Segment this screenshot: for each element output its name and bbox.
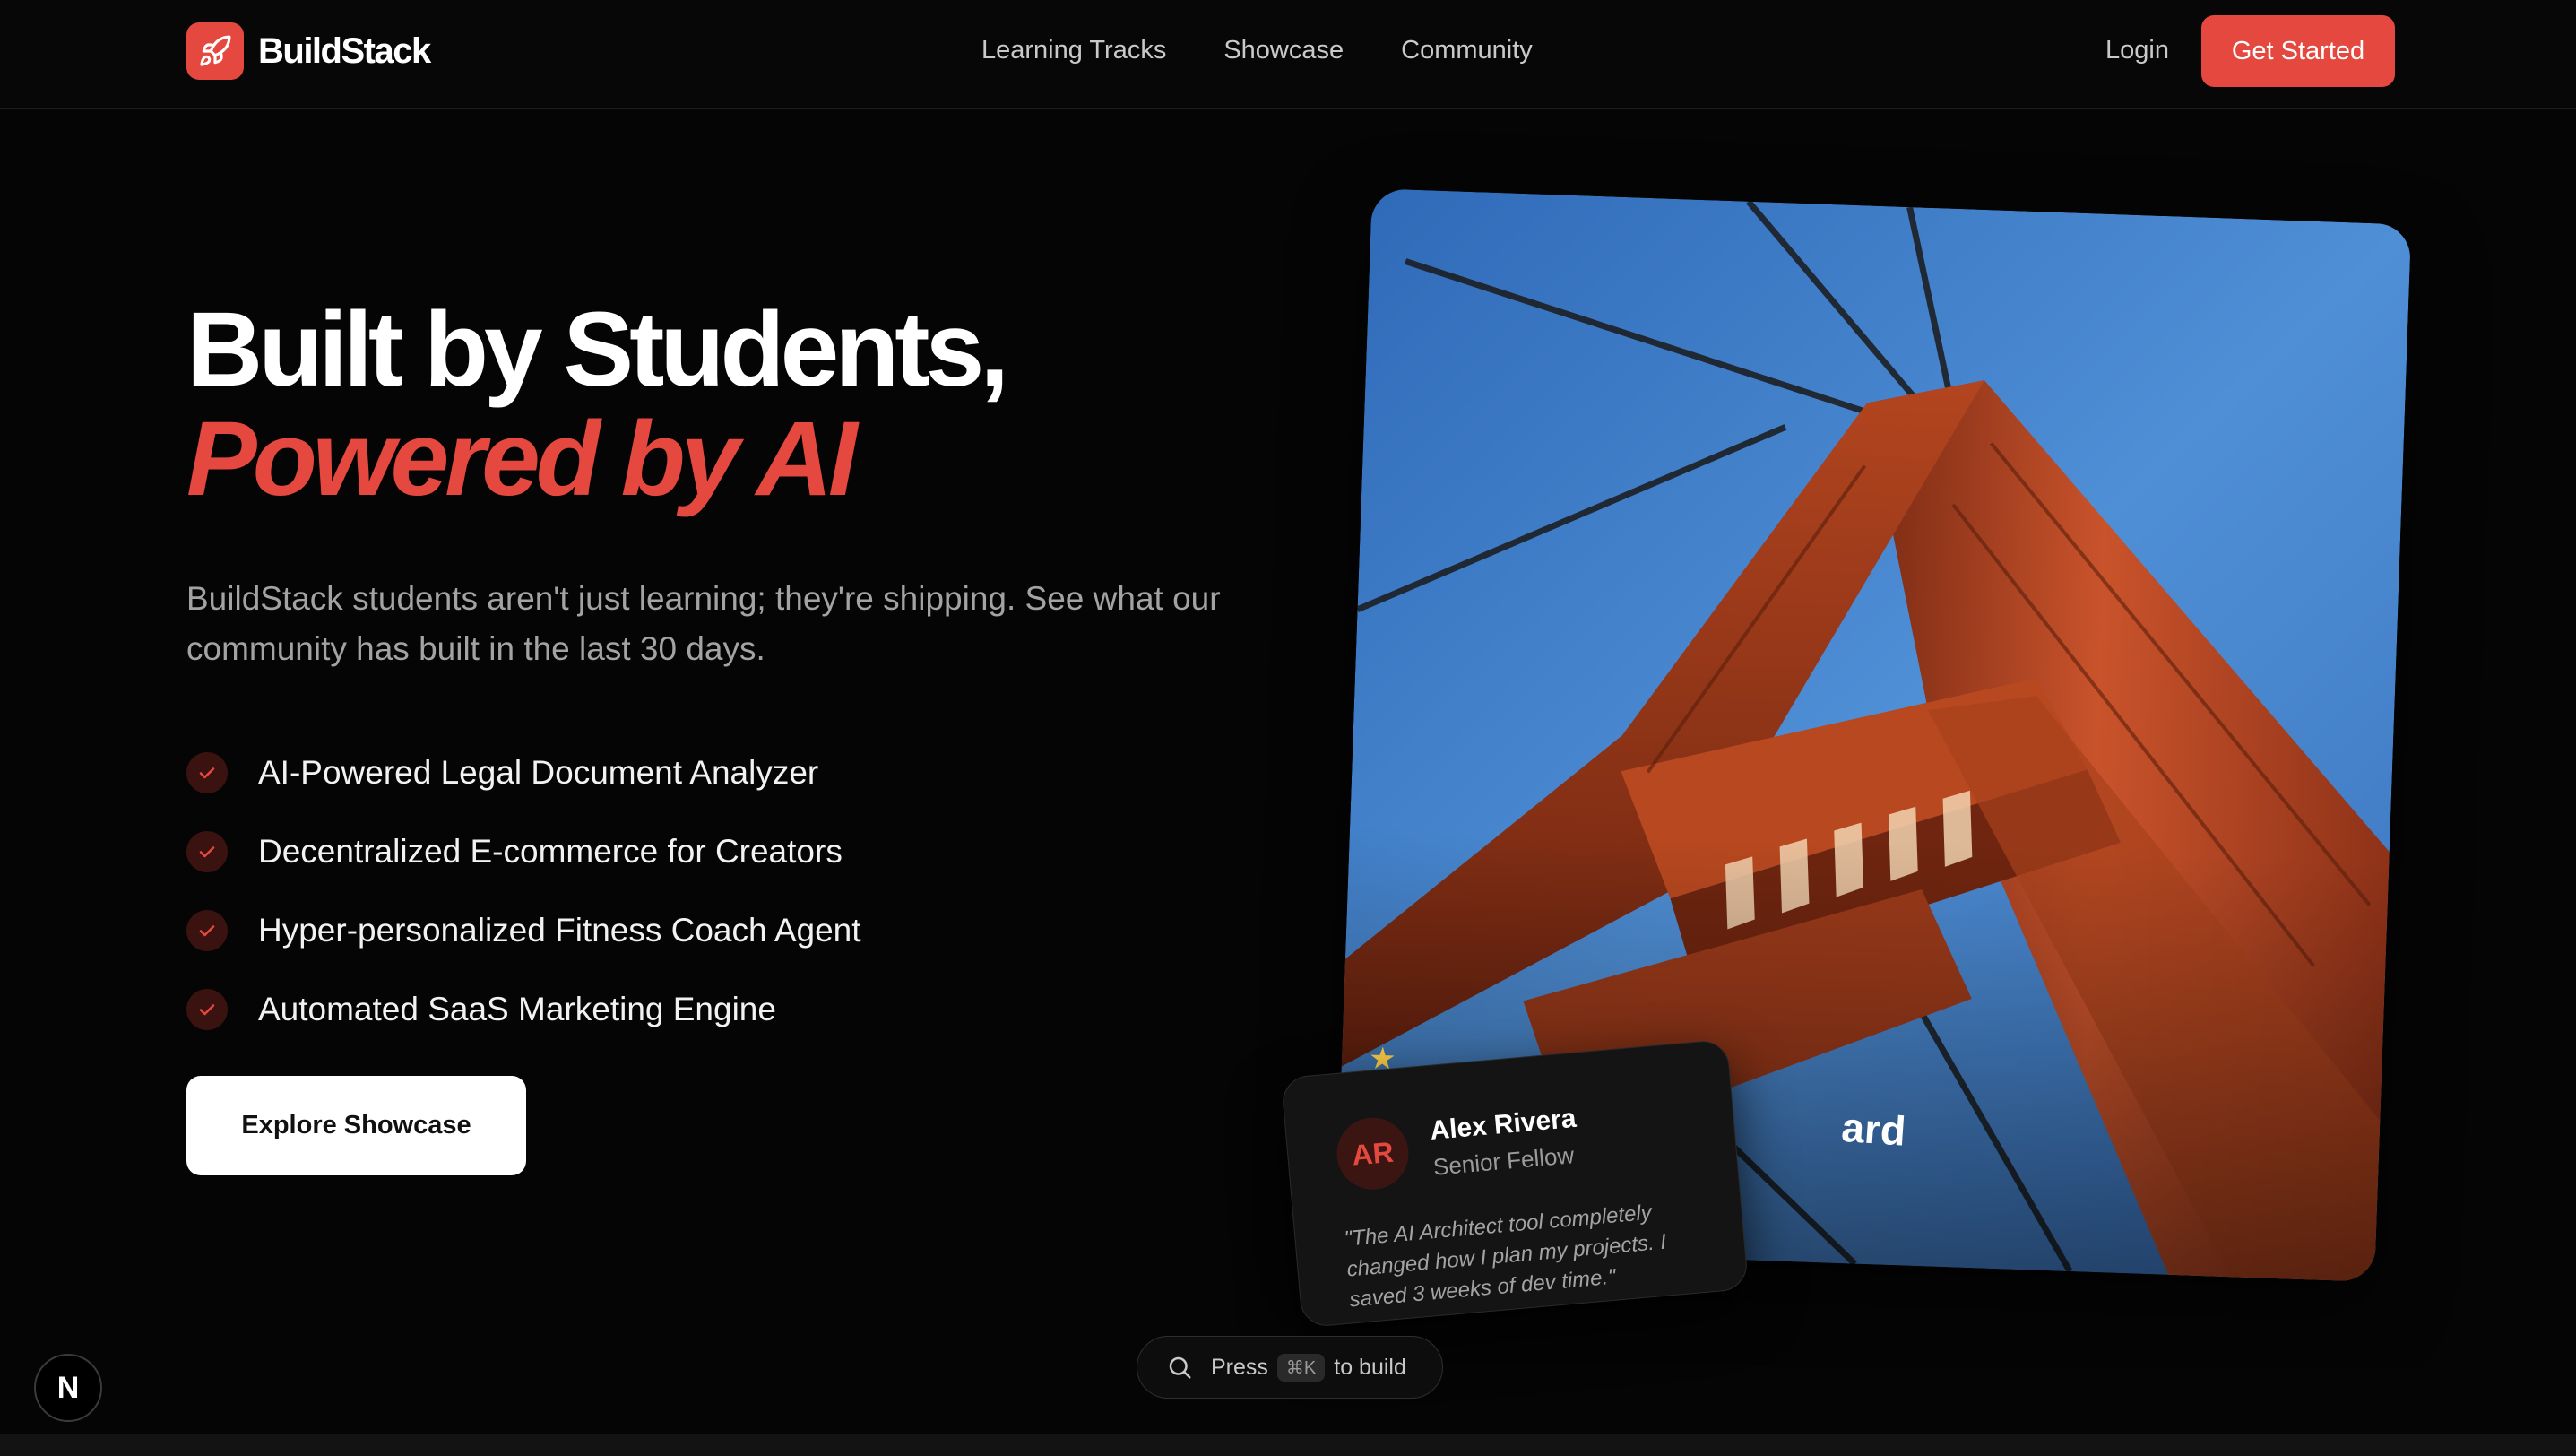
- showcase-card-title: ard: [1839, 1103, 1907, 1155]
- hero-headline-accent: Powered by AI: [186, 400, 858, 518]
- nav-links: Learning Tracks Showcase Community: [981, 36, 1533, 65]
- feature-text: Decentralized E-commerce for Creators: [258, 833, 843, 870]
- command-bar-suffix: to build: [1334, 1354, 1406, 1380]
- check-icon: [186, 989, 228, 1030]
- testimonial-role: Senior Fellow: [1431, 1141, 1576, 1181]
- feature-item: Decentralized E-commerce for Creators: [186, 812, 861, 891]
- nav-link-community[interactable]: Community: [1401, 36, 1533, 65]
- command-bar[interactable]: Press ⌘K to build: [1137, 1336, 1443, 1399]
- get-started-button[interactable]: Get Started: [2201, 15, 2395, 87]
- feature-item: AI-Powered Legal Document Analyzer: [186, 733, 861, 812]
- testimonial-name: Alex Rivera: [1429, 1103, 1578, 1146]
- hero-subtext: BuildStack students aren't just learning…: [186, 580, 1221, 667]
- nav-link-showcase[interactable]: Showcase: [1223, 36, 1344, 65]
- bottom-bar: [0, 1434, 2576, 1456]
- login-link[interactable]: Login: [2105, 36, 2169, 65]
- feature-text: Automated SaaS Marketing Engine: [258, 991, 776, 1027]
- feature-text: Hyper-personalized Fitness Coach Agent: [258, 912, 861, 949]
- command-bar-prefix: Press: [1211, 1354, 1268, 1380]
- rocket-icon: [186, 22, 244, 80]
- brand-logo[interactable]: BuildStack: [186, 22, 431, 80]
- feature-list: AI-Powered Legal Document Analyzer Decen…: [186, 733, 861, 1049]
- feature-item: Hyper-personalized Fitness Coach Agent: [186, 891, 861, 970]
- check-icon: [186, 831, 228, 872]
- dev-tools-badge[interactable]: N: [34, 1354, 102, 1422]
- top-nav: BuildStack Learning Tracks Showcase Comm…: [0, 0, 2576, 109]
- check-icon: [186, 910, 228, 951]
- hero-headline: Built by Students,: [186, 290, 1009, 409]
- feature-text: AI-Powered Legal Document Analyzer: [258, 754, 819, 791]
- testimonial-quote: "The AI Architect tool completely change…: [1343, 1200, 1668, 1313]
- check-icon: [186, 752, 228, 793]
- nav-link-learning-tracks[interactable]: Learning Tracks: [981, 36, 1166, 65]
- brand-name: BuildStack: [258, 30, 431, 71]
- search-icon: [1166, 1354, 1193, 1381]
- testimonial-card: AR Alex Rivera Senior Fellow "The AI Arc…: [1280, 1038, 1750, 1329]
- explore-showcase-button[interactable]: Explore Showcase: [186, 1076, 526, 1175]
- avatar: AR: [1334, 1114, 1412, 1193]
- shortcut-key: ⌘K: [1276, 1353, 1326, 1382]
- feature-item: Automated SaaS Marketing Engine: [186, 970, 861, 1049]
